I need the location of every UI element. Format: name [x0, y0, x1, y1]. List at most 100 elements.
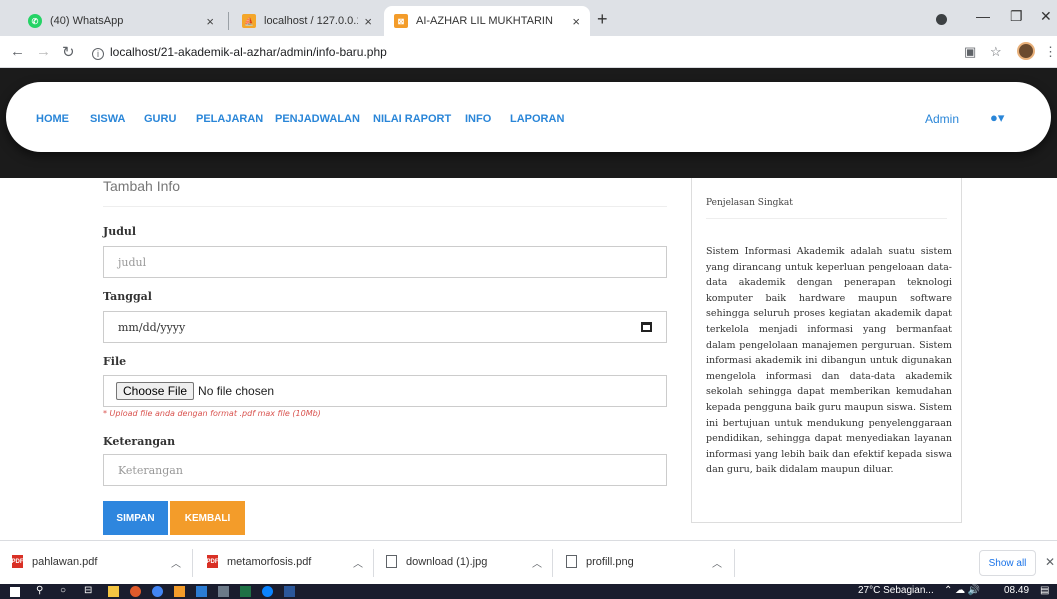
tab-whatsapp[interactable]: ✆ (40) WhatsApp × — [18, 6, 224, 36]
download-item[interactable]: PDF metamorfosis.pdf — [207, 555, 311, 568]
window-close-icon[interactable]: ✕ — [1040, 8, 1052, 25]
tab-label: (40) WhatsApp — [50, 15, 124, 27]
nav-info[interactable]: INFO — [465, 113, 491, 125]
calendar-icon[interactable] — [641, 322, 652, 332]
search-icon[interactable]: ⚲ — [36, 585, 43, 596]
download-item[interactable]: download (1).jpg — [386, 555, 487, 568]
separator — [192, 549, 193, 577]
nav-penjadwalan[interactable]: PENJADWALAN — [275, 113, 360, 125]
main-navbar: HOME SISWA GURU PELAJARAN PENJADWALAN NI… — [6, 82, 1051, 152]
download-name: profill.png — [586, 555, 634, 568]
restore-icon[interactable]: ❐ — [1010, 8, 1023, 25]
separator — [552, 549, 553, 577]
notification-icon[interactable]: ▤ — [1040, 585, 1049, 596]
file-label: File — [103, 355, 127, 368]
tab-label: localhost / 127.0.0.1 / db_akadem — [264, 15, 359, 27]
back-arrow-icon[interactable]: ← — [10, 43, 25, 60]
close-icon[interactable]: × — [206, 14, 214, 29]
url-text: localhost/21-akademik-al-azhar/admin/inf… — [110, 45, 387, 59]
panel-body: Sistem Informasi Akademik adalah suatu s… — [706, 246, 952, 476]
cortana-icon[interactable]: ○ — [60, 585, 66, 596]
nav-pelajaran[interactable]: PELAJARAN — [196, 113, 263, 125]
show-all-button[interactable]: Show all — [979, 550, 1036, 576]
translate-icon[interactable]: ▣ — [964, 44, 976, 60]
pdf-icon: PDF — [12, 555, 24, 568]
tanggal-input[interactable]: mm/dd/yyyy — [103, 311, 667, 343]
nav-laporan[interactable]: LAPORAN — [510, 113, 564, 125]
download-name: metamorfosis.pdf — [227, 555, 312, 568]
user-dropdown-icon[interactable]: ●▾ — [990, 110, 1004, 126]
chevron-up-icon[interactable]: ︿ — [353, 555, 363, 570]
download-name: pahlawan.pdf — [32, 555, 98, 568]
site-icon: ⊠ — [394, 14, 408, 28]
nav-nilai-raport[interactable]: NILAI RAPORT — [373, 113, 451, 125]
chevron-up-icon[interactable]: ︿ — [532, 555, 542, 570]
divider — [706, 218, 947, 219]
browser-tabstrip: ✆ (40) WhatsApp × ⛵ localhost / 127.0.0.… — [0, 0, 1057, 36]
info-panel: Penjelasan Singkat Sistem Informasi Akad… — [691, 178, 962, 523]
download-name: download (1).jpg — [406, 555, 488, 568]
extension-icon[interactable] — [936, 14, 947, 25]
download-item[interactable]: PDF pahlawan.pdf — [12, 555, 97, 568]
chrome-icon[interactable] — [152, 586, 163, 597]
close-icon[interactable]: × — [364, 14, 372, 29]
task-view-icon[interactable]: ⊟ — [84, 585, 92, 596]
close-icon[interactable]: ✕ — [1045, 555, 1055, 569]
date-placeholder: mm/dd/yyyy — [118, 320, 186, 334]
nav-user-name[interactable]: Admin — [925, 112, 959, 126]
edge-icon[interactable] — [262, 586, 273, 597]
back-button[interactable]: KEMBALI — [170, 501, 245, 535]
page-title: Tambah Info — [103, 178, 181, 194]
main-content: Tambah Info Judul judul Tanggal mm/dd/yy… — [0, 178, 1057, 540]
excel-icon[interactable] — [240, 586, 251, 597]
nav-guru[interactable]: GURU — [144, 113, 176, 125]
image-file-icon — [386, 555, 397, 568]
nav-home[interactable]: HOME — [36, 113, 69, 125]
tray-icons[interactable]: ⌃ ☁ 🔊 — [944, 585, 980, 596]
profile-avatar[interactable] — [1017, 42, 1035, 60]
new-tab-icon[interactable]: + — [597, 9, 608, 30]
tab-separator — [228, 12, 229, 30]
judul-input[interactable]: judul — [103, 246, 667, 278]
forward-arrow-icon[interactable]: → — [36, 43, 51, 60]
app-icon[interactable] — [174, 586, 185, 597]
firefox-icon[interactable] — [130, 586, 141, 597]
divider — [103, 206, 667, 207]
minimize-icon[interactable]: — — [976, 8, 990, 24]
weather-text[interactable]: 27°C Sebagian... — [858, 585, 934, 596]
tanggal-label: Tanggal — [103, 290, 152, 303]
keterangan-label: Keterangan — [103, 435, 176, 448]
file-explorer-icon[interactable] — [108, 586, 119, 597]
judul-label: Judul — [103, 225, 137, 238]
clock[interactable]: 08.49 — [1004, 585, 1029, 596]
info-icon[interactable]: i — [92, 48, 104, 60]
windows-start-icon[interactable] — [10, 587, 20, 597]
chevron-up-icon[interactable]: ︿ — [712, 555, 722, 570]
close-icon[interactable]: × — [572, 14, 580, 29]
url-field[interactable]: i localhost/21-akademik-al-azhar/admin/in… — [92, 45, 387, 60]
separator — [734, 549, 735, 577]
tab-phpmyadmin[interactable]: ⛵ localhost / 127.0.0.1 / db_akadem × — [232, 6, 382, 36]
address-bar: ← → ↻ i localhost/21-akademik-al-azhar/ad… — [0, 36, 1057, 68]
file-input[interactable]: Choose File No file chosen — [103, 375, 667, 407]
star-icon[interactable]: ☆ — [990, 44, 1002, 60]
download-item[interactable]: profill.png — [566, 555, 634, 568]
file-hint: * Upload file anda dengan format .pdf ma… — [103, 409, 321, 418]
tab-label: AI-AZHAR LIL MUKHTARIN — [416, 15, 553, 27]
panel-heading: Penjelasan Singkat — [706, 198, 793, 208]
tab-al-azhar[interactable]: ⊠ AI-AZHAR LIL MUKHTARIN × — [384, 6, 590, 36]
nav-siswa[interactable]: SISWA — [90, 113, 125, 125]
menu-kebab-icon[interactable]: ⋮ — [1044, 44, 1057, 60]
reload-icon[interactable]: ↻ — [62, 43, 75, 61]
windows-taskbar: ⚲ ○ ⊟ 27°C Sebagian... ⌃ ☁ 🔊 08.49 ▤ — [0, 584, 1057, 599]
chevron-up-icon[interactable]: ︿ — [171, 555, 181, 570]
choose-file-button[interactable]: Choose File — [116, 382, 195, 400]
save-button[interactable]: SIMPAN — [103, 501, 168, 535]
image-file-icon — [566, 555, 577, 568]
word-icon[interactable] — [284, 586, 295, 597]
calculator-icon[interactable] — [218, 586, 229, 597]
keterangan-input[interactable]: Keterangan — [103, 454, 667, 486]
file-status: No file chosen — [198, 384, 275, 398]
phpmyadmin-icon: ⛵ — [242, 14, 256, 28]
vscode-icon[interactable] — [196, 586, 207, 597]
